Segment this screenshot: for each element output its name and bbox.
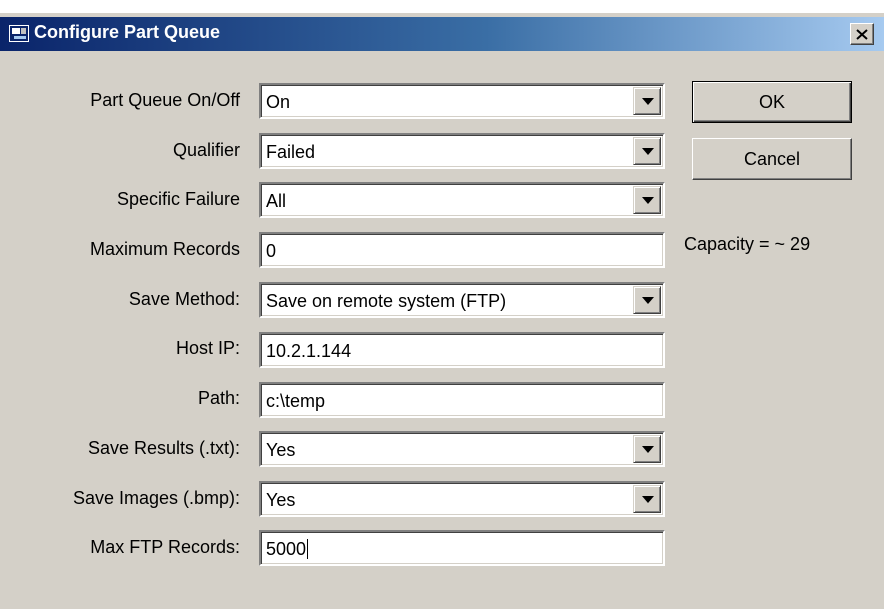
part-queue-dropdown[interactable]: On — [259, 83, 665, 119]
save-images-label: Save Images (.bmp): — [72, 488, 240, 508]
save-images-dropdown-button[interactable] — [633, 485, 661, 513]
host-ip-input[interactable]: 10.2.1.144 — [259, 332, 665, 368]
ok-button[interactable]: OK — [692, 81, 852, 123]
chevron-down-icon — [642, 496, 654, 503]
path-input[interactable]: c:\temp — [259, 382, 665, 418]
close-button[interactable] — [850, 23, 874, 45]
maximum-records-value: 0 — [266, 241, 277, 261]
save-results-dropdown[interactable]: Yes — [259, 431, 665, 467]
specific-failure-label: Specific Failure — [116, 189, 240, 209]
save-method-dropdown[interactable]: Save on remote system (FTP) — [259, 282, 665, 318]
save-results-value: Yes — [266, 440, 296, 460]
save-method-value: Save on remote system (FTP) — [266, 291, 507, 311]
close-icon — [856, 28, 868, 40]
save-method-label: Save Method: — [128, 289, 240, 309]
part-queue-dropdown-button[interactable] — [633, 87, 661, 115]
specific-failure-value: All — [266, 191, 287, 211]
save-method-dropdown-button[interactable] — [633, 286, 661, 314]
text-cursor — [307, 539, 309, 559]
save-results-label: Save Results (.txt): — [87, 438, 240, 458]
specific-failure-dropdown[interactable]: All — [259, 182, 665, 218]
path-value: c:\temp — [266, 391, 326, 411]
host-ip-value: 10.2.1.144 — [266, 341, 352, 361]
title-bar[interactable]: Configure Part Queue — [0, 17, 884, 51]
chevron-down-icon — [642, 446, 654, 453]
max-ftp-records-value: 5000 — [266, 539, 309, 559]
maximum-records-input[interactable]: 0 — [259, 232, 665, 268]
max-ftp-records-input[interactable]: 5000 — [259, 530, 665, 566]
configure-part-queue-dialog: Configure Part Queue Part Queue On/Off O… — [0, 13, 884, 609]
maximum-records-label: Maximum Records — [89, 239, 240, 259]
capacity-text: Capacity = ~ 29 — [684, 234, 811, 254]
app-icon — [9, 25, 29, 42]
save-images-value: Yes — [266, 490, 296, 510]
save-images-dropdown[interactable]: Yes — [259, 481, 665, 517]
part-queue-value: On — [266, 92, 291, 112]
qualifier-value: Failed — [266, 142, 316, 162]
chevron-down-icon — [642, 297, 654, 304]
path-label: Path: — [197, 388, 240, 408]
qualifier-label: Qualifier — [172, 140, 240, 160]
host-ip-label: Host IP: — [175, 338, 240, 358]
chevron-down-icon — [642, 98, 654, 105]
save-results-dropdown-button[interactable] — [633, 435, 661, 463]
qualifier-dropdown[interactable]: Failed — [259, 133, 665, 169]
chevron-down-icon — [642, 197, 654, 204]
qualifier-dropdown-button[interactable] — [633, 137, 661, 165]
max-ftp-records-label: Max FTP Records: — [90, 537, 240, 557]
part-queue-label: Part Queue On/Off — [90, 90, 240, 110]
cancel-button[interactable]: Cancel — [692, 138, 852, 180]
window-title: Configure Part Queue — [34, 22, 221, 42]
chevron-down-icon — [642, 148, 654, 155]
specific-failure-dropdown-button[interactable] — [633, 186, 661, 214]
